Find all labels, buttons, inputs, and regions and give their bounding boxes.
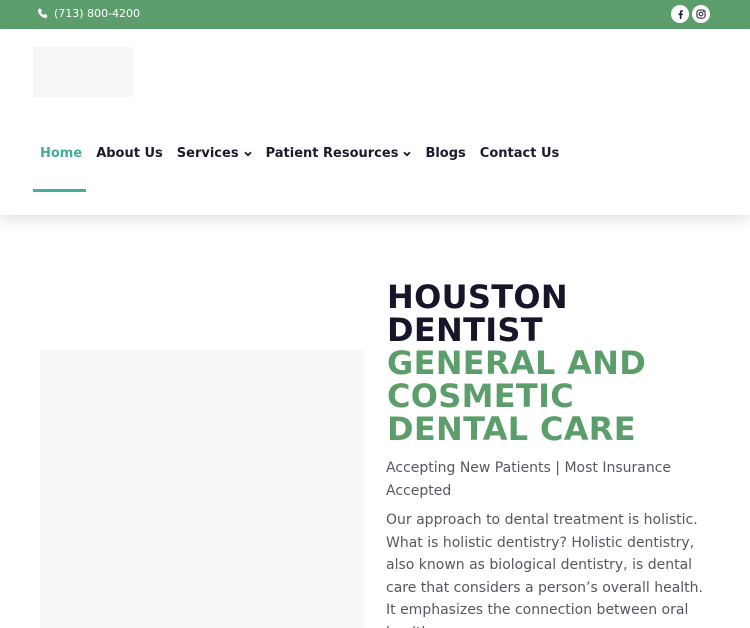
facebook-link[interactable] [671,5,689,23]
instagram-icon [696,9,706,19]
nav-item-label: Blogs [425,145,466,161]
hero-title-line: DENTIST [387,311,543,349]
top-bar: (713) 800-4200 [0,0,750,29]
nav-item-label: Patient Resources [265,145,399,161]
instagram-link[interactable] [692,5,710,23]
main-nav: Home About Us Services Patient Resources… [33,137,566,169]
nav-item-label: Home [40,145,83,161]
hero-subtitle-line: DENTAL CARE [387,410,636,448]
hero-subtitle-line: GENERAL AND [387,344,647,382]
nav-item-patient-resources[interactable]: Patient Resources [259,137,419,169]
nav-item-label: Contact Us [479,145,560,161]
hero-image [40,350,364,628]
site-header: Home About Us Services Patient Resources… [0,29,750,215]
nav-item-label: About Us [96,145,163,161]
facebook-icon [676,9,685,19]
nav-item-label: Services [176,145,239,161]
nav-item-blogs[interactable]: Blogs [418,137,472,169]
hero-title-line: HOUSTON [387,278,568,316]
phone-icon [37,8,48,19]
hero-body-text: Our approach to dental treatment is holi… [386,512,703,628]
nav-item-contact-us[interactable]: Contact Us [473,137,566,169]
chevron-down-icon [403,146,412,161]
nav-item-services[interactable]: Services [170,137,259,169]
nav-item-about-us[interactable]: About Us [89,137,170,169]
hero-headline: HOUSTON DENTIST GENERAL AND COSMETIC DEN… [387,281,727,446]
active-nav-indicator [33,189,86,192]
site-logo[interactable] [33,47,133,97]
phone-link[interactable]: (713) 800-4200 [37,7,140,20]
phone-number: (713) 800-4200 [54,7,141,20]
hero-subtitle-line: COSMETIC [387,377,575,415]
chevron-down-icon [243,146,252,161]
hero-tagline: Accepting New Patients | Most Insurance … [386,460,672,499]
nav-item-home[interactable]: Home [33,137,89,169]
